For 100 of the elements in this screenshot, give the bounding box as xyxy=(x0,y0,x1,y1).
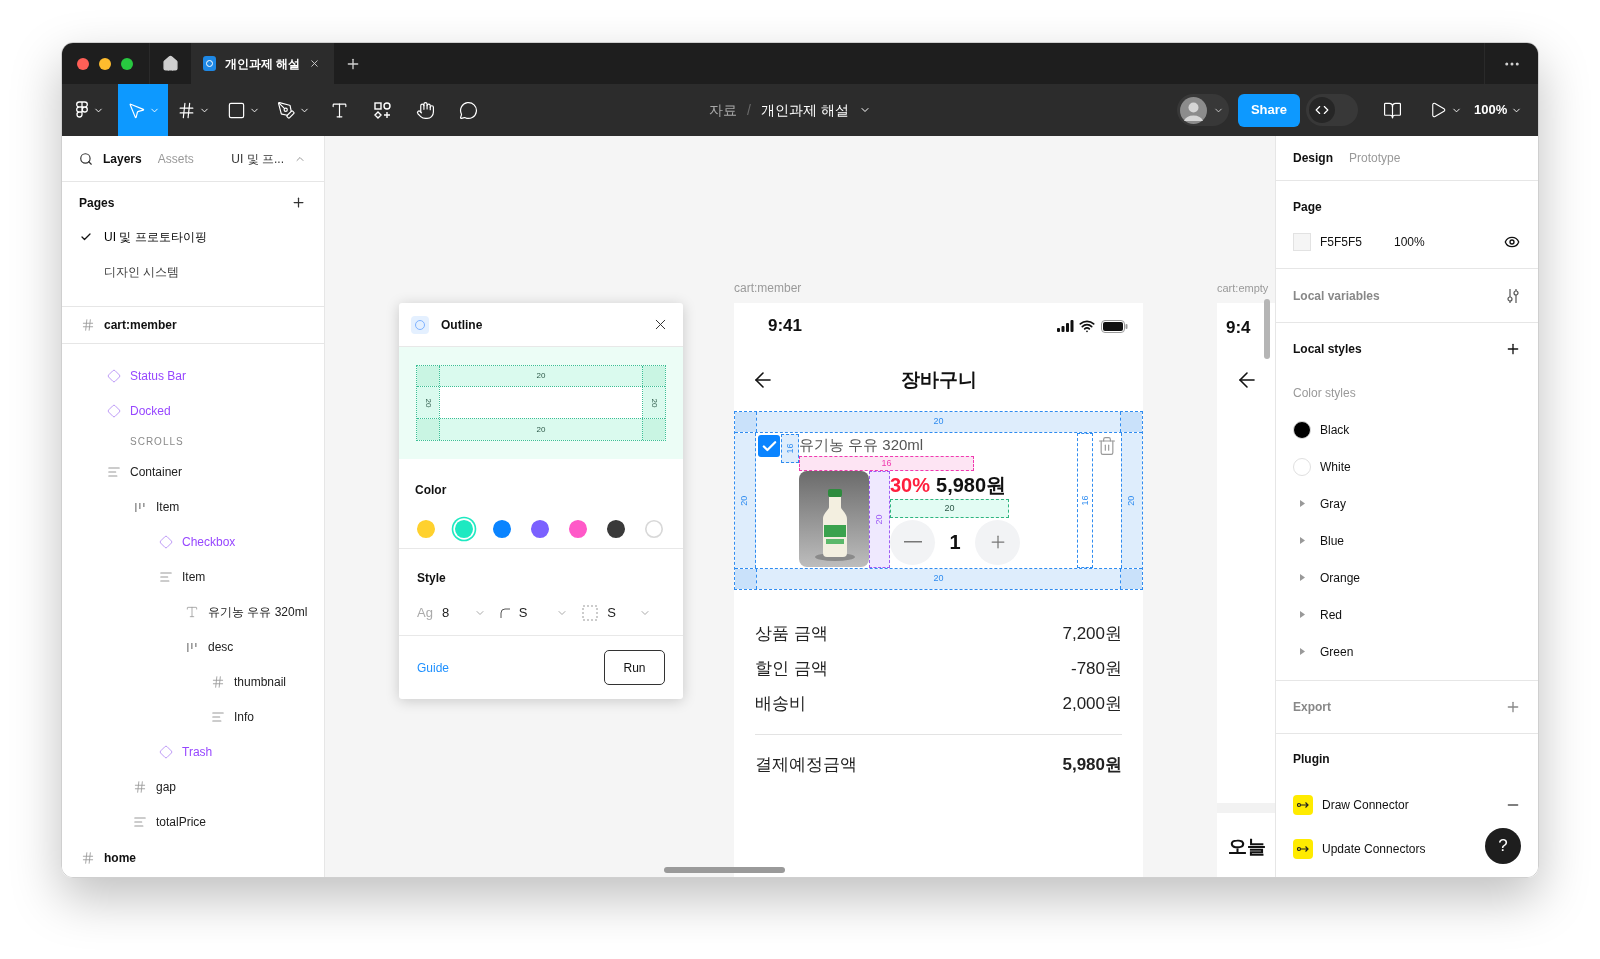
style-name[interactable]: Green xyxy=(1320,642,1354,661)
summary-value: 7,200원 xyxy=(1062,622,1122,645)
spacing-corner xyxy=(417,366,439,386)
eye-icon[interactable] xyxy=(1504,234,1520,250)
color-swatch[interactable] xyxy=(531,520,549,538)
frame-icon xyxy=(211,674,225,689)
pen-icon xyxy=(276,100,296,120)
opacity-value[interactable]: 100% xyxy=(1394,233,1425,251)
layer-name[interactable]: Item xyxy=(182,567,206,586)
style-name[interactable]: Red xyxy=(1320,605,1342,624)
dev-mode-toggle[interactable] xyxy=(1306,94,1358,126)
plugin-item[interactable]: Update Connectors xyxy=(1276,827,1472,871)
resources-icon xyxy=(373,100,392,120)
collaborator-button[interactable] xyxy=(1177,94,1229,126)
maximize-window-button[interactable] xyxy=(121,57,133,70)
frame-label: cart:member xyxy=(734,280,802,297)
quantity: 1 xyxy=(948,530,962,555)
close-window-button[interactable] xyxy=(77,57,89,70)
color-swatch[interactable] xyxy=(607,520,625,538)
plugin-item[interactable]: Draw Connector xyxy=(1276,783,1538,827)
spacing-value: 16 xyxy=(1080,495,1090,506)
file-tab[interactable]: 개인과제 해설 xyxy=(191,43,334,84)
color-swatch[interactable] xyxy=(455,520,473,538)
variables-icon[interactable] xyxy=(1505,287,1521,304)
panel-tab[interactable]: Layers xyxy=(103,149,142,168)
layer-name[interactable]: desc xyxy=(208,637,234,656)
spacing-corner xyxy=(735,569,756,589)
battery-icon xyxy=(1101,319,1128,333)
caret-icon[interactable] xyxy=(1299,648,1306,655)
group-title: Color styles xyxy=(1293,385,1356,402)
search-icon[interactable] xyxy=(79,151,93,166)
style-select[interactable]: S xyxy=(582,603,665,623)
minus-icon xyxy=(903,541,922,543)
present-button[interactable] xyxy=(1429,101,1462,119)
summary-label: 할인 금액 xyxy=(755,657,828,680)
layer-name[interactable]: Docked xyxy=(130,401,171,420)
page-menu[interactable]: UI 및 프... xyxy=(231,149,284,168)
color-swatch[interactable] xyxy=(493,520,511,538)
layer-name[interactable]: 유기농 우유 320ml xyxy=(208,602,308,621)
scrollbar[interactable] xyxy=(664,867,785,873)
layer-name[interactable]: Checkbox xyxy=(182,532,236,551)
style-name[interactable]: White xyxy=(1320,457,1351,476)
layer-name[interactable]: Status Bar xyxy=(130,366,187,385)
caret-icon[interactable] xyxy=(1299,500,1306,507)
layer-name[interactable]: thumbnail xyxy=(234,672,287,691)
spacing-corner xyxy=(735,412,756,432)
panel-tab[interactable]: Design xyxy=(1293,149,1333,167)
status-time: 9:4 xyxy=(1226,317,1251,339)
color-swatch[interactable] xyxy=(569,520,587,538)
scrollbar[interactable] xyxy=(1264,299,1270,359)
style-name[interactable]: Black xyxy=(1320,420,1350,439)
signal-icon xyxy=(1057,320,1074,332)
layer-name[interactable]: totalPrice xyxy=(156,812,207,831)
price: 5,980원 xyxy=(936,473,1007,498)
style-select[interactable]: Ag 8 xyxy=(417,603,500,623)
checkbox[interactable] xyxy=(758,435,780,457)
layer-name[interactable]: home xyxy=(104,848,136,867)
layer-name[interactable]: cart:member xyxy=(104,316,177,334)
caret-icon[interactable] xyxy=(1299,537,1306,544)
spacing-value: 20 xyxy=(944,504,955,513)
spacing-corner xyxy=(643,366,665,386)
vertical-stack-icon xyxy=(107,464,121,479)
home-icon[interactable] xyxy=(162,55,179,72)
trash-icon[interactable] xyxy=(1097,436,1117,456)
folder-name[interactable]: 자료 xyxy=(709,99,738,121)
rectangle-icon xyxy=(226,100,246,120)
caret-icon[interactable] xyxy=(1299,611,1306,618)
play-icon xyxy=(1429,101,1447,119)
color-value[interactable]: F5F5F5 xyxy=(1320,233,1362,251)
layer-name[interactable]: Item xyxy=(156,497,180,516)
zoom-menu[interactable]: 100% xyxy=(1474,100,1508,120)
spacing-value: 20 xyxy=(536,370,546,382)
frame-icon xyxy=(81,850,95,865)
add-icon[interactable] xyxy=(1505,341,1521,357)
add-page-icon[interactable] xyxy=(291,195,306,210)
frame-label: cart:empty xyxy=(1217,281,1269,296)
page-item[interactable]: 디자인 시스템 xyxy=(62,254,324,289)
book-icon[interactable] xyxy=(1383,100,1402,120)
run-button[interactable]: Run xyxy=(604,650,665,685)
spacing-value: 20 xyxy=(933,415,944,429)
style-select[interactable]: S xyxy=(499,603,583,623)
caret-icon[interactable] xyxy=(1299,574,1306,581)
page-item[interactable]: UI 및 프로토타이핑 xyxy=(62,219,324,254)
section-title: Color xyxy=(415,483,447,497)
close-icon[interactable] xyxy=(309,57,320,70)
style-name[interactable]: Orange xyxy=(1320,568,1361,587)
wifi-icon xyxy=(1079,318,1095,334)
file-icon xyxy=(203,56,216,71)
file-name[interactable]: 개인과제 해설 xyxy=(761,99,849,121)
spacing-value: 20 xyxy=(1125,495,1138,506)
layer-name[interactable]: Trash xyxy=(182,742,213,761)
layer-name[interactable]: Container xyxy=(130,462,183,481)
layer-name[interactable]: Info xyxy=(234,707,254,726)
style-name[interactable]: Gray xyxy=(1320,494,1346,513)
total-label: 결제예정금액 xyxy=(755,753,857,776)
minimize-window-button[interactable] xyxy=(99,57,111,70)
spacing-value: 20 xyxy=(933,572,944,586)
layer-name[interactable]: gap xyxy=(156,777,177,796)
style-name[interactable]: Blue xyxy=(1320,531,1345,550)
help-button[interactable]: ? xyxy=(1485,828,1521,864)
